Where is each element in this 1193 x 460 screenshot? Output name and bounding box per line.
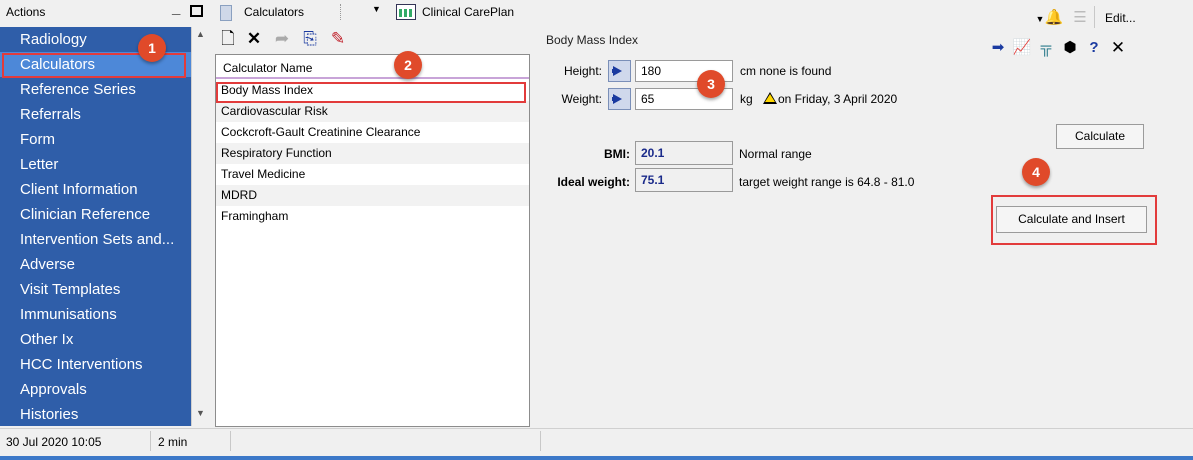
edit-button[interactable]: Edit...: [1105, 11, 1136, 25]
close-icon[interactable]: ✕: [1108, 38, 1128, 58]
palette-icon[interactable]: ✎: [328, 29, 348, 49]
calculator-list: Calculator Name Body Mass Index Cardiova…: [215, 54, 530, 427]
callout-box-insert: [991, 195, 1157, 245]
callout-1: 1: [138, 34, 166, 62]
calculator-row[interactable]: Respiratory Function: [216, 143, 529, 164]
actions-header: Actions _: [0, 0, 213, 26]
callout-2: 2: [394, 51, 422, 79]
actions-item-hcc-interventions[interactable]: HCC Interventions: [0, 352, 191, 377]
list-icon[interactable]: ☰: [1070, 8, 1090, 28]
bell-icon[interactable]: 🔔: [1044, 8, 1064, 28]
help-icon[interactable]: ?: [1084, 38, 1104, 58]
scroll-down-icon[interactable]: ▼: [196, 408, 205, 418]
actions-item-intervention-sets[interactable]: Intervention Sets and...: [0, 227, 191, 252]
calculator-row[interactable]: Travel Medicine: [216, 164, 529, 185]
column-header-name: Calculator Name: [223, 61, 313, 75]
table-icon[interactable]: ╦: [1036, 38, 1056, 58]
toolbar-separator: [1094, 6, 1095, 28]
calculators-titlebar: Calculators ▼ Clinical CarePlan: [214, 0, 539, 26]
bottom-accent-line: [0, 456, 1193, 460]
actions-item-referrals[interactable]: Referrals: [0, 102, 191, 127]
callout-3: 3: [697, 70, 725, 98]
actions-item-clinician-reference[interactable]: Clinician Reference: [0, 202, 191, 227]
actions-item-reference-series[interactable]: Reference Series: [0, 77, 191, 102]
calculator-row[interactable]: Framingham: [216, 206, 529, 227]
calculate-button[interactable]: Calculate: [1056, 124, 1144, 149]
chart-icon[interactable]: 📈: [1012, 38, 1032, 58]
actions-item-histories[interactable]: Histories: [0, 402, 191, 426]
status-separator: [540, 431, 541, 451]
height-label: Height:: [563, 64, 602, 78]
height-fetch-button[interactable]: [608, 60, 631, 82]
ideal-weight-value: 75.1: [635, 168, 733, 192]
bmi-note: Normal range: [739, 147, 812, 161]
delete-icon[interactable]: ✕: [244, 29, 264, 49]
actions-item-immunisations[interactable]: Immunisations: [0, 302, 191, 327]
calculator-row[interactable]: Cockcroft-Gault Creatinine Clearance: [216, 122, 529, 143]
weight-label: Weight:: [561, 92, 602, 106]
careplan-icon[interactable]: [396, 4, 416, 20]
actions-item-adverse[interactable]: Adverse: [0, 252, 191, 277]
minimize-icon[interactable]: _: [172, 1, 186, 20]
warning-icon: [763, 92, 777, 104]
right-toolbar: ▼ 🔔 ☰ Edit... ➡ 📈 ╦ ⬢ ? ✕: [968, 0, 1158, 68]
calculators-toolbar: 🗋 ✕ ➦ ⎘ ✎: [214, 27, 539, 52]
chevron-down-icon[interactable]: ▼: [372, 4, 381, 14]
actions-item-client-information[interactable]: Client Information: [0, 177, 191, 202]
new-document-icon[interactable]: 🗋: [218, 29, 238, 49]
status-separator: [150, 431, 151, 451]
height-note: cm none is found: [740, 64, 832, 78]
status-datetime: 30 Jul 2020 10:05: [6, 435, 102, 449]
calculator-row[interactable]: MDRD: [216, 185, 529, 206]
copy-icon[interactable]: ⎘: [300, 29, 320, 49]
cube-icon[interactable]: ⬢: [1060, 38, 1080, 58]
calculator-row[interactable]: Cardiovascular Risk: [216, 101, 529, 122]
calculators-title: Calculators: [244, 5, 305, 19]
ideal-weight-label: Ideal weight:: [557, 175, 630, 189]
bmi-header: Body Mass Index: [546, 33, 639, 47]
weight-note: on Friday, 3 April 2020: [778, 92, 898, 106]
toolbar-grip[interactable]: [340, 4, 342, 20]
calculator-list-header[interactable]: Calculator Name: [216, 55, 529, 79]
bmi-value: 20.1: [635, 141, 733, 165]
actions-item-visit-templates[interactable]: Visit Templates: [0, 277, 191, 302]
callout-box-bmi-row: [216, 82, 526, 103]
weight-unit: kg: [740, 92, 753, 106]
actions-item-approvals[interactable]: Approvals: [0, 377, 191, 402]
export-icon[interactable]: ➦: [272, 29, 292, 49]
maximize-icon[interactable]: [190, 5, 203, 17]
calculator-icon: [220, 5, 232, 21]
careplan-button[interactable]: Clinical CarePlan: [422, 5, 514, 19]
actions-scrollbar[interactable]: ▲ ▼: [191, 27, 212, 426]
actions-item-form[interactable]: Form: [0, 127, 191, 152]
actions-item-other-ix[interactable]: Other Ix: [0, 327, 191, 352]
status-duration: 2 min: [158, 435, 188, 449]
actions-list: Radiology Calculators Reference Series R…: [0, 27, 191, 426]
status-separator: [230, 431, 231, 451]
status-bar: 30 Jul 2020 10:05 2 min: [0, 428, 1193, 456]
ideal-weight-note: target weight range is 64.8 - 81.0: [739, 175, 915, 189]
arrow-right-icon[interactable]: ➡: [988, 38, 1008, 58]
bmi-label: BMI:: [604, 147, 630, 161]
callout-4: 4: [1022, 158, 1050, 186]
scroll-up-icon[interactable]: ▲: [196, 29, 205, 39]
actions-item-letter[interactable]: Letter: [0, 152, 191, 177]
actions-title: Actions: [6, 5, 46, 19]
weight-fetch-button[interactable]: [608, 88, 631, 110]
